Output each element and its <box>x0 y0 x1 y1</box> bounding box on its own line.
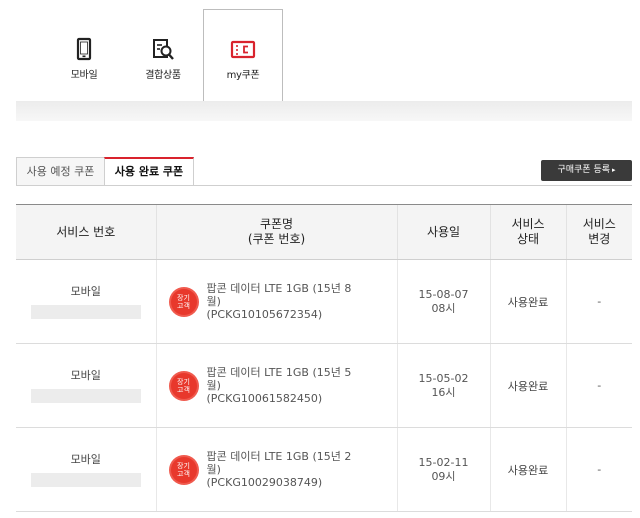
header-label: 서비스 번호 <box>56 224 116 239</box>
register-purchased-coupon-button[interactable]: 구매쿠폰 등록 ▸ <box>541 160 632 181</box>
long-term-customer-badge: 장기 고객 <box>170 372 197 399</box>
category-nav: 모바일 결합상품 my쿠폰 <box>0 0 640 125</box>
tab-used-coupons[interactable]: 사용 완료 쿠폰 <box>104 157 194 186</box>
nav-item-label: 모바일 <box>70 70 98 81</box>
header-label: 사용일 <box>426 224 461 239</box>
service-status: 사용완료 <box>507 463 549 477</box>
header-label: 서비스 <box>511 217 545 231</box>
badge-text: 고객 <box>177 385 190 394</box>
header-label: 상태 <box>516 232 540 246</box>
masked-service-number <box>30 304 141 319</box>
nav-item-label: my쿠폰 <box>226 70 260 81</box>
used-date-cell: 15-02-11 09시 <box>396 427 490 512</box>
nav-item-my-coupon[interactable]: my쿠폰 <box>213 36 273 81</box>
coupon-name: 팝콘 데이터 LTE 1GB (15년 5 <box>206 366 352 379</box>
coupon-name: 월) <box>206 295 221 308</box>
badge-text: 고객 <box>177 469 190 478</box>
header-coupon-name: 쿠폰명 (쿠폰 번호) <box>155 204 397 260</box>
table-row: 모바일 장기 고객 팝콘 데이터 LTE 1GB (15년 8 월) (PCKG… <box>16 259 632 344</box>
header-service-number: 서비스 번호 <box>16 204 156 260</box>
status-cell: 사용완료 <box>489 427 566 512</box>
coupon-number: (PCKG10105672354) <box>206 308 323 321</box>
service-change: - <box>597 463 602 476</box>
badge-text: 장기 <box>177 377 190 386</box>
service-type: 모바일 <box>70 368 101 382</box>
header-service-status: 서비스 상태 <box>489 204 566 260</box>
status-cell: 사용완료 <box>489 259 566 344</box>
tab-divider <box>16 185 632 186</box>
service-type: 모바일 <box>70 284 101 298</box>
service-status: 사용완료 <box>507 379 549 393</box>
used-time: 09시 <box>431 469 456 483</box>
header-label: (쿠폰 번호) <box>247 232 306 246</box>
masked-service-number <box>30 388 141 403</box>
mobile-phone-icon <box>76 37 92 61</box>
masked-service-number <box>30 472 141 487</box>
coupon-name: 팝콘 데이터 LTE 1GB (15년 8 <box>206 282 352 295</box>
coupon-icon <box>230 40 256 59</box>
used-date: 15-02-11 <box>418 455 469 469</box>
coupon-name-cell: 장기 고객 팝콘 데이터 LTE 1GB (15년 5 월) (PCKG1006… <box>155 343 397 428</box>
status-cell: 사용완료 <box>489 343 566 428</box>
service-type: 모바일 <box>70 452 101 466</box>
service-status: 사용완료 <box>507 295 549 309</box>
used-date: 15-08-07 <box>418 287 469 301</box>
coupon-table: 서비스 번호 쿠폰명 (쿠폰 번호) 사용일 서비스 상태 서비스 변경 모바일… <box>16 204 632 512</box>
coupon-number: (PCKG10061582450) <box>206 392 323 405</box>
header-label: 서비스 <box>582 217 616 231</box>
long-term-customer-badge: 장기 고객 <box>170 288 197 315</box>
header-label: 쿠폰명 <box>259 217 294 231</box>
service-number-cell: 모바일 <box>16 427 156 512</box>
badge-text: 고객 <box>177 301 190 310</box>
table-row: 모바일 장기 고객 팝콘 데이터 LTE 1GB (15년 2 월) (PCKG… <box>16 427 632 512</box>
coupon-number: (PCKG10029038749) <box>206 476 323 489</box>
header-label: 변경 <box>588 232 611 246</box>
change-cell: - <box>565 427 632 512</box>
header-used-date: 사용일 <box>396 204 490 260</box>
table-row: 모바일 장기 고객 팝콘 데이터 LTE 1GB (15년 5 월) (PCKG… <box>16 343 632 428</box>
badge-text: 장기 <box>177 293 190 302</box>
service-change: - <box>597 295 602 308</box>
used-date-cell: 15-05-02 16시 <box>396 343 490 428</box>
tab-scheduled-coupons[interactable]: 사용 예정 쿠폰 <box>16 157 104 186</box>
service-number-cell: 모바일 <box>16 259 156 344</box>
service-change: - <box>597 379 602 392</box>
nav-item-label: 결합상품 <box>145 70 181 81</box>
nav-bar-background <box>16 101 632 121</box>
change-cell: - <box>565 259 632 344</box>
used-date-cell: 15-08-07 08시 <box>396 259 490 344</box>
nav-item-bundle[interactable]: 결합상품 <box>133 36 193 81</box>
long-term-customer-badge: 장기 고객 <box>170 456 197 483</box>
coupon-name: 월) <box>206 463 221 476</box>
arrow-right-icon: ▸ <box>612 166 616 174</box>
used-time: 08시 <box>431 301 456 315</box>
coupon-name: 월) <box>206 379 221 392</box>
change-cell: - <box>565 343 632 428</box>
coupon-name-cell: 장기 고객 팝콘 데이터 LTE 1GB (15년 8 월) (PCKG1010… <box>155 259 397 344</box>
used-time: 16시 <box>431 385 456 399</box>
coupon-name-cell: 장기 고객 팝콘 데이터 LTE 1GB (15년 2 월) (PCKG1002… <box>155 427 397 512</box>
used-date: 15-05-02 <box>418 371 469 385</box>
bundle-search-icon <box>153 39 174 60</box>
coupon-name: 팝콘 데이터 LTE 1GB (15년 2 <box>206 450 352 463</box>
table-header-row: 서비스 번호 쿠폰명 (쿠폰 번호) 사용일 서비스 상태 서비스 변경 <box>16 204 632 260</box>
nav-item-mobile[interactable]: 모바일 <box>54 36 114 81</box>
service-number-cell: 모바일 <box>16 343 156 428</box>
header-service-change: 서비스 변경 <box>565 204 632 260</box>
register-button-label: 구매쿠폰 등록 <box>557 165 611 175</box>
badge-text: 장기 <box>177 461 190 470</box>
